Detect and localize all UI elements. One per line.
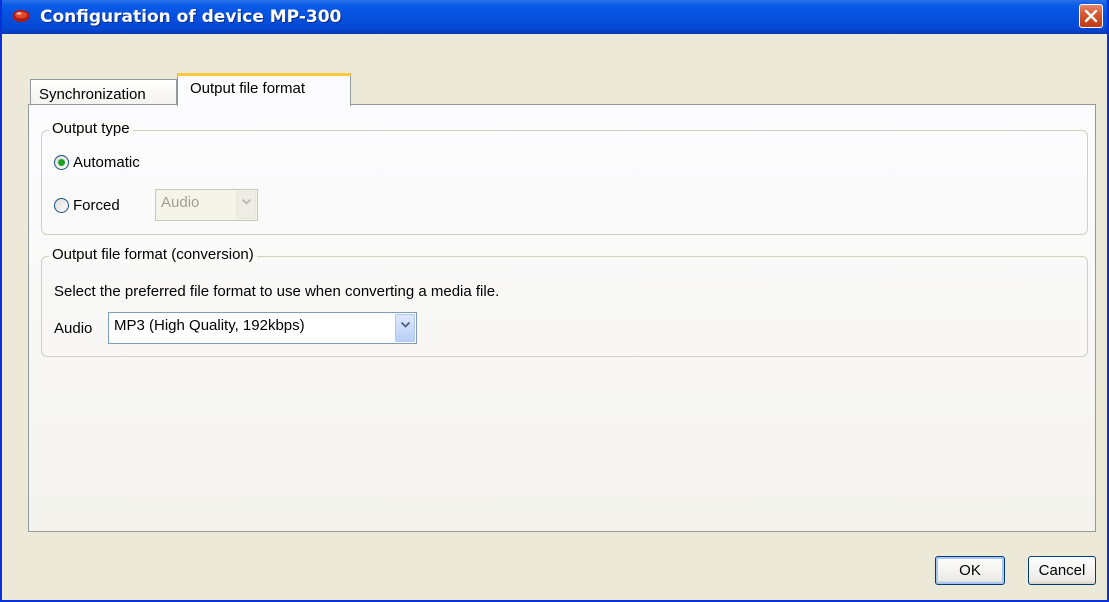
- tab-synchronization[interactable]: Synchronization: [30, 79, 177, 105]
- radio-forced[interactable]: Forced: [54, 194, 120, 216]
- window-title: Configuration of device MP-300: [40, 7, 342, 27]
- configuration-dialog: Configuration of device MP-300 Synchroni…: [0, 0, 1109, 602]
- forced-type-select[interactable]: Audio: [155, 189, 258, 221]
- radio-automatic-control[interactable]: [54, 154, 69, 170]
- close-button[interactable]: [1079, 4, 1103, 28]
- audio-format-label: Audio: [54, 320, 93, 337]
- ok-button[interactable]: OK: [935, 556, 1005, 585]
- radio-automatic[interactable]: Automatic: [54, 151, 140, 173]
- conversion-description: Select the preferred file format to use …: [54, 283, 500, 300]
- forced-type-value: Audio: [161, 194, 200, 211]
- conversion-group: Output file format (conversion) Select t…: [41, 246, 1088, 357]
- chevron-down-icon: [242, 199, 251, 205]
- title-bar[interactable]: Configuration of device MP-300: [2, 0, 1107, 34]
- output-type-group: Output type Automatic Forced Audio: [41, 120, 1088, 235]
- conversion-legend: Output file format (conversion): [49, 246, 257, 263]
- audio-format-value: MP3 (High Quality, 192kbps): [114, 317, 305, 334]
- tab-output-file-format[interactable]: Output file format: [177, 73, 351, 106]
- audio-format-dropdown-button[interactable]: [395, 314, 415, 342]
- radio-forced-label: Forced: [73, 196, 120, 214]
- radio-forced-control[interactable]: [54, 197, 69, 213]
- close-icon: [1084, 9, 1098, 23]
- radio-automatic-label: Automatic: [73, 153, 140, 171]
- cancel-button[interactable]: Cancel: [1028, 556, 1096, 585]
- forced-type-dropdown-button[interactable]: [236, 191, 256, 219]
- app-icon: [12, 8, 30, 22]
- audio-format-select[interactable]: MP3 (High Quality, 192kbps): [108, 312, 417, 344]
- chevron-down-icon: [401, 322, 410, 328]
- output-type-legend: Output type: [49, 120, 133, 137]
- tab-panel: Output type Automatic Forced Audio Outpu…: [28, 104, 1096, 532]
